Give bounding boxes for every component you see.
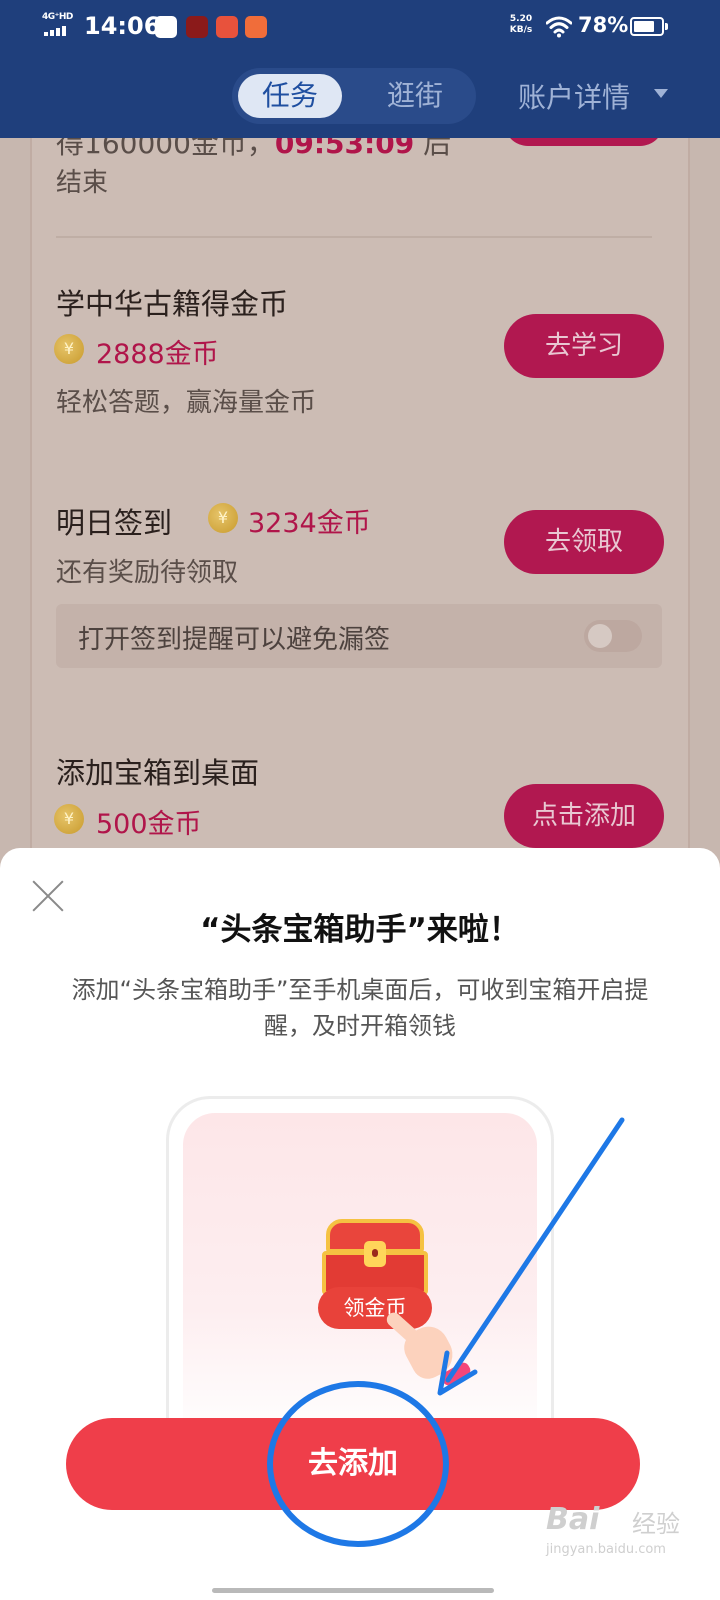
divider: [56, 236, 652, 238]
pointing-hand-icon: [383, 1305, 473, 1389]
claim-button[interactable]: 去领取: [504, 510, 664, 574]
reminder-label: 打开签到提醒可以避免漏签: [78, 625, 391, 655]
caret-down-icon[interactable]: [654, 89, 668, 98]
watermark-logo: Bai: [546, 1502, 600, 1537]
baidu-watermark: Bai 经验 jingyan.baidu.com: [546, 1488, 686, 1564]
tab-shopping[interactable]: 逛街: [372, 74, 458, 118]
wifi-icon: [546, 16, 572, 38]
signin-reminder-row: 打开签到提醒可以避免漏签: [56, 604, 662, 668]
task-reward: 3234金币: [248, 508, 371, 539]
chat-app-icon: [155, 16, 177, 38]
cellular-signal-icon: 4G⁺HD: [42, 12, 76, 38]
task-card: [30, 138, 690, 850]
coin-icon: ¥: [208, 503, 238, 533]
task-desc: 还有奖励待领取: [56, 558, 239, 588]
speed-value: 5.20: [509, 14, 533, 24]
coin-icon: ¥: [54, 334, 84, 364]
network-speed: 5.20 KB/s: [506, 14, 536, 36]
preview-screen: 领金币: [183, 1113, 537, 1439]
game-app-icon: [186, 16, 208, 38]
shop-app-icon: [245, 16, 267, 38]
sheet-title: “头条宝箱助手”来啦！: [200, 912, 520, 948]
add-widget-sheet: “头条宝箱助手”来啦！ 添加“头条宝箱助手”至手机桌面后，可收到宝箱开启提醒，及…: [0, 848, 720, 1600]
partial-task-line2: 结束: [56, 168, 109, 198]
battery-percent: 78%: [578, 13, 629, 37]
task-title: 明日签到: [56, 506, 173, 540]
watermark-url: jingyan.baidu.com: [546, 1542, 666, 1557]
coin-icon: ¥: [54, 804, 84, 834]
watermark-cn: 经验: [632, 1510, 680, 1538]
status-time: 14:06: [84, 12, 161, 40]
go-study-button[interactable]: 去学习: [504, 314, 664, 378]
sheet-description: 添加“头条宝箱助手”至手机桌面后，可收到宝箱开启提醒，及时开箱领钱: [71, 976, 649, 1040]
tab-tasks[interactable]: 任务: [238, 74, 342, 118]
task-list: 得160000金币，09:53:09 后 结束 学中华古籍得金币 ¥ 2888金…: [0, 98, 720, 850]
phone-preview: 领金币: [166, 1096, 554, 1439]
network-type: 4G⁺HD: [42, 12, 73, 22]
speed-unit: KB/s: [509, 25, 533, 35]
app-header: 4G⁺HD 14:06 5.20 KB/s 78% 任务 逛街 账户详情: [0, 0, 720, 138]
task-reward: 500金币: [96, 809, 202, 840]
task-title: 学中华古籍得金币: [56, 287, 289, 321]
account-details-link[interactable]: 账户详情: [518, 76, 630, 116]
task-title: 添加宝箱到桌面: [56, 756, 260, 790]
header-tabs: 任务 逛街: [232, 68, 476, 124]
reminder-toggle[interactable]: [584, 620, 642, 652]
news-app-icon: [216, 16, 238, 38]
task-reward: 2888金币: [96, 339, 219, 370]
battery-icon: [630, 17, 668, 36]
task-desc: 轻松答题，赢海量金币: [56, 388, 317, 418]
home-indicator[interactable]: [212, 1588, 494, 1593]
status-bar: 4G⁺HD 14:06 5.20 KB/s 78%: [0, 0, 720, 56]
add-to-desktop-button[interactable]: 点击添加: [504, 784, 664, 848]
